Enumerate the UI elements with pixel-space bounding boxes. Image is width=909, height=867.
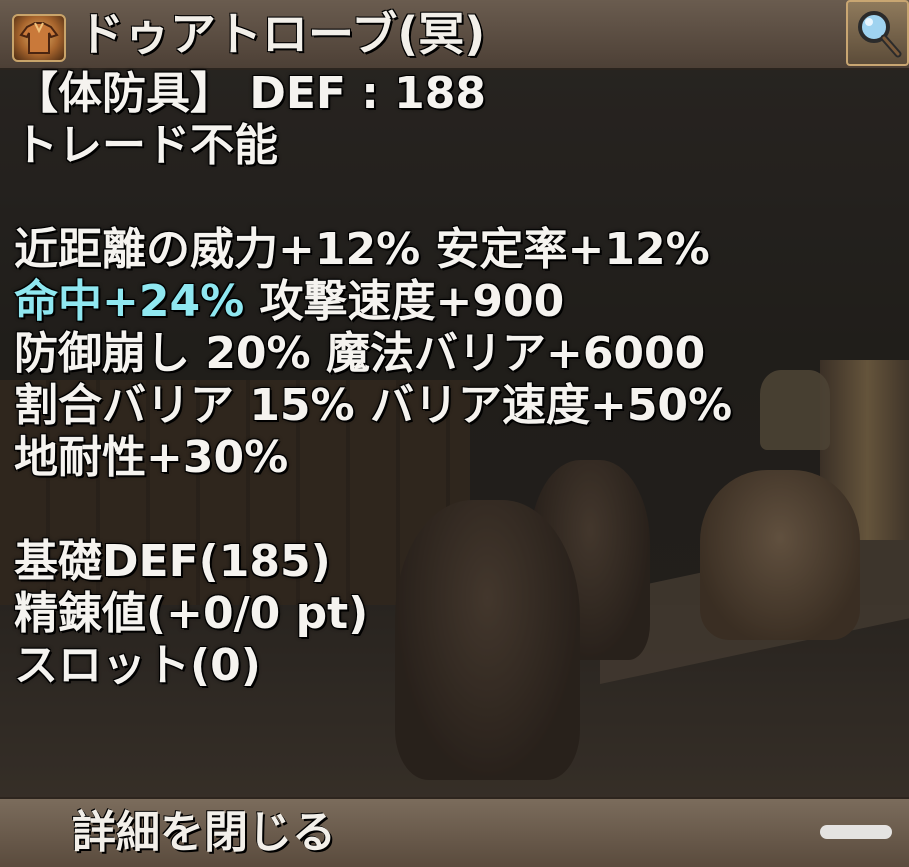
magnifier-icon [857,11,901,58]
slot-count-line: スロット(0) [14,640,261,691]
magnifier-button[interactable] [846,0,909,66]
item-name: ドゥアトローブ(冥) [78,7,486,61]
robe-item-icon [12,14,66,62]
attack-speed-stat: 攻撃速度+900 [244,276,565,327]
accuracy-stat-highlight: 命中+24% [14,276,245,327]
base-def-line: 基礎DEF(185) [14,536,331,587]
trade-restriction-line: トレード不能 [14,120,278,171]
equipment-slot-def-line: 【体防具】 DEF : 188 [14,68,487,119]
item-stats-panel: 【体防具】 DEF : 188 トレード不能 近距離の威力+12% 安定率+12… [14,68,909,692]
stat-line: 防御崩し 20% 魔法バリア+6000 [14,328,706,379]
item-detail-header: ドゥアトローブ(冥) [0,0,909,70]
stat-line: 割合バリア 15% バリア速度+50% [14,380,733,431]
stat-line: 近距離の威力+12% 安定率+12% [14,224,710,275]
stat-line: 地耐性+30% [14,432,289,483]
close-details-button[interactable]: 詳細を閉じる [0,797,909,867]
close-details-label: 詳細を閉じる [72,807,336,858]
refine-value-line: 精錬値(+0/0 pt) [14,588,369,639]
footer-indicator [820,825,892,839]
stat-line-accuracy: 命中+24% 攻撃速度+900 [14,276,909,328]
